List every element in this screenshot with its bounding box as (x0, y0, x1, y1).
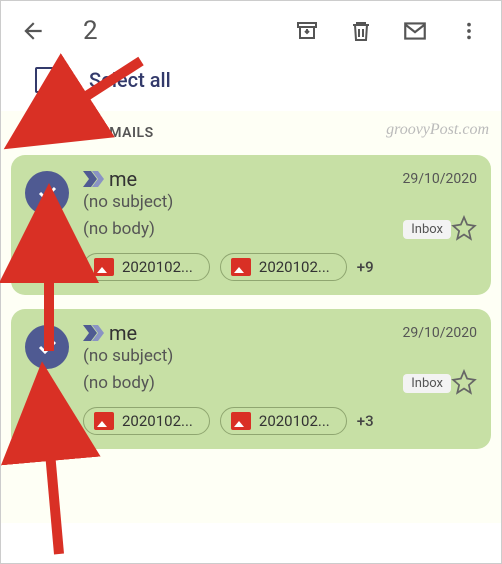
label-chip: Inbox (403, 220, 451, 239)
star-button[interactable] (451, 215, 477, 245)
attachment-label: 2020102... (122, 412, 193, 430)
select-all-row: Select all (1, 57, 501, 111)
arrow-left-icon (20, 18, 46, 44)
sender: me (109, 167, 403, 191)
attachment-chip[interactable]: 2020102... (220, 253, 347, 281)
results-area: RESULTS IN EMAILS me 29/10/2020 (no subj… (1, 111, 501, 523)
archive-icon (295, 19, 319, 43)
check-icon (35, 335, 59, 359)
email-subject: (no subject) (83, 345, 477, 369)
star-icon (451, 215, 477, 241)
email-snippet: (no body) (83, 372, 403, 396)
more-button[interactable] (455, 17, 483, 45)
attachment-label: 2020102... (122, 258, 193, 276)
select-all-checkbox[interactable] (35, 67, 61, 93)
email-subject: (no subject) (83, 191, 477, 215)
image-icon (231, 258, 251, 276)
mark-unread-button[interactable] (401, 17, 429, 45)
attachment-label: 2020102... (259, 258, 330, 276)
attachment-label: 2020102... (259, 412, 330, 430)
email-item[interactable]: me 29/10/2020 (no subject) (no body) Inb… (11, 155, 491, 295)
star-button[interactable] (451, 369, 477, 399)
email-date: 29/10/2020 (403, 325, 478, 341)
delete-button[interactable] (347, 17, 375, 45)
importance-marker-icon (83, 325, 105, 341)
more-vert-icon (458, 20, 480, 42)
mail-icon (402, 18, 428, 44)
image-icon (94, 412, 114, 430)
select-all-label[interactable]: Select all (89, 68, 171, 92)
image-icon (231, 412, 251, 430)
importance-marker-icon (83, 171, 105, 187)
archive-button[interactable] (293, 17, 321, 45)
attachment-more[interactable]: +3 (357, 412, 374, 430)
label-chip: Inbox (403, 374, 451, 393)
attachment-chip[interactable]: 2020102... (220, 407, 347, 435)
back-button[interactable] (15, 13, 51, 49)
image-icon (94, 258, 114, 276)
selected-count: 2 (59, 16, 285, 46)
watermark: groovyPost.com (386, 121, 489, 139)
attachment-more[interactable]: +9 (357, 258, 374, 276)
email-snippet: (no body) (83, 218, 403, 242)
check-icon (35, 181, 59, 205)
email-date: 29/10/2020 (403, 171, 478, 187)
attachment-chip[interactable]: 2020102... (83, 253, 210, 281)
attachment-chip[interactable]: 2020102... (83, 407, 210, 435)
selection-toolbar: 2 (1, 1, 501, 57)
trash-icon (349, 19, 373, 43)
selected-avatar[interactable] (25, 171, 69, 215)
email-item[interactable]: me 29/10/2020 (no subject) (no body) Inb… (11, 309, 491, 449)
sender: me (109, 321, 403, 345)
star-icon (451, 369, 477, 395)
selected-avatar[interactable] (25, 325, 69, 369)
